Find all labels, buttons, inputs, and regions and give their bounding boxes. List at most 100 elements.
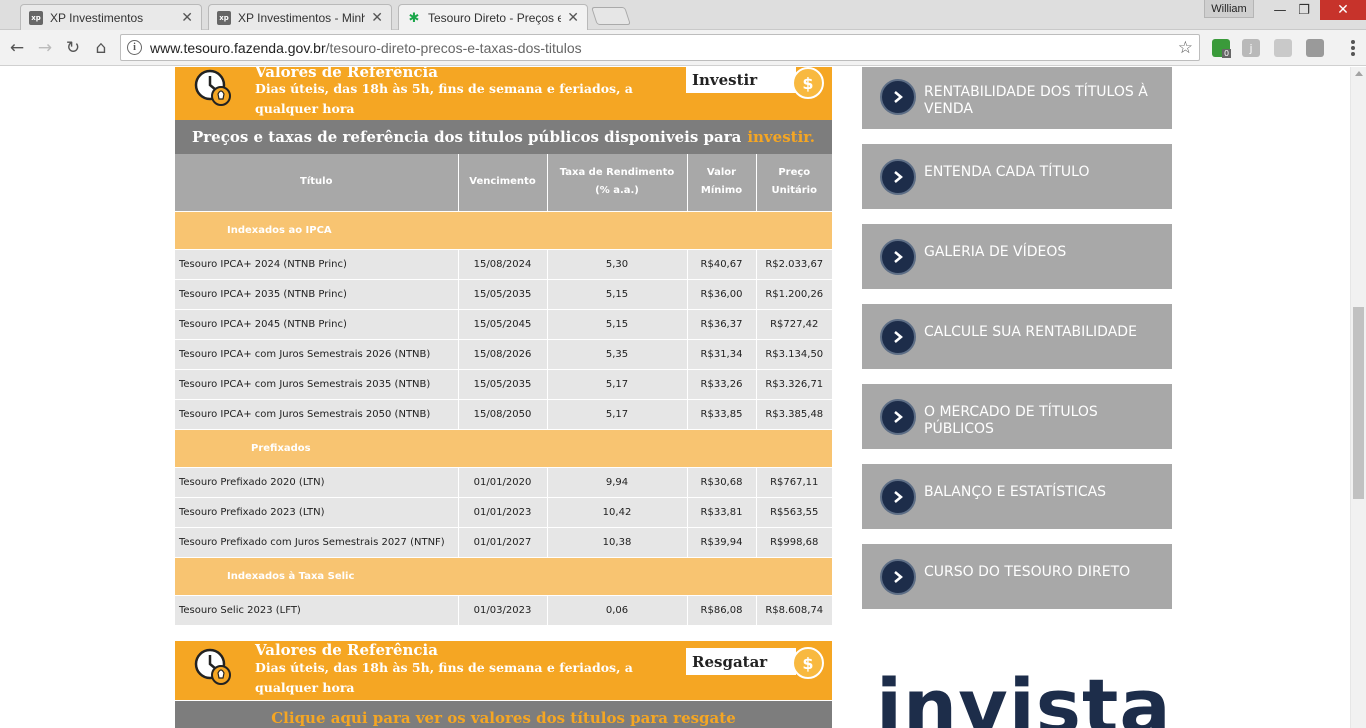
forward-arrow-icon[interactable]: → — [34, 37, 56, 59]
cell-unit-price: R$727,42 — [756, 309, 832, 340]
bookmark-star-icon[interactable]: ☆ — [1178, 38, 1193, 58]
redeem-prices-banner[interactable]: Clique aqui para ver os valores dos títu… — [175, 701, 832, 728]
cell-min-value: R$33,26 — [687, 369, 757, 400]
cell-rate: 10,42 — [547, 497, 688, 528]
reload-icon[interactable]: ↻ — [62, 37, 84, 59]
tab-close-icon[interactable]: ✕ — [181, 10, 193, 26]
redeem-button[interactable]: Resgatar — [686, 648, 796, 675]
sidebar-item[interactable]: BALANÇO E ESTATÍSTICAS — [862, 464, 1172, 529]
cell-rate: 0,06 — [547, 595, 688, 626]
page-scrollbar[interactable] — [1350, 67, 1366, 728]
cell-title: Tesouro Prefixado com Juros Semestrais 2… — [175, 527, 459, 558]
sidebar-item[interactable]: RENTABILIDADE DOS TÍTULOS À VENDA — [862, 67, 1172, 129]
cell-maturity: 01/01/2023 — [458, 497, 548, 528]
page-viewport: Valores de Referência Dias úteis, das 18… — [0, 67, 1350, 728]
sidebar-item[interactable]: GALERIA DE VÍDEOS — [862, 224, 1172, 289]
tab-xp-minha-conta[interactable]: xp XP Investimentos - Minha ✕ — [208, 4, 392, 30]
tab-close-icon[interactable]: ✕ — [371, 10, 383, 26]
sidebar-item-label: CURSO DO TESOURO DIRETO — [924, 564, 1131, 580]
chevron-right-icon — [880, 79, 916, 115]
cell-title: Tesouro IPCA+ com Juros Semestrais 2035 … — [175, 369, 459, 400]
cell-maturity: 01/01/2020 — [458, 467, 548, 498]
chevron-right-icon — [880, 559, 916, 595]
cell-min-value: R$86,08 — [687, 595, 757, 626]
table-row: Tesouro Selic 2023 (LFT) 01/03/2023 0,06 R$… — [175, 595, 832, 626]
new-tab-button[interactable] — [591, 7, 631, 25]
sidebar-item-label: ENTENDA CADA TÍTULO — [924, 164, 1090, 180]
cell-rate: 5,30 — [547, 249, 688, 280]
cell-title: Tesouro Prefixado 2020 (LTN) — [175, 467, 459, 498]
url-text: www.tesouro.fazenda.gov.br/tesouro-diret… — [150, 39, 582, 56]
extension-badge: 0 — [1222, 49, 1232, 58]
cell-rate: 5,15 — [547, 309, 688, 340]
invest-prices-banner[interactable]: Preços e taxas de referência dos titulos… — [175, 120, 832, 154]
cell-min-value: R$31,34 — [687, 339, 757, 370]
tab-title: XP Investimentos - Minha — [238, 10, 366, 25]
reference-header-invest: Valores de Referência Dias úteis, das 18… — [175, 67, 832, 121]
tab-title: XP Investimentos — [50, 10, 144, 25]
cell-rate: 5,15 — [547, 279, 688, 310]
extension-j-icon[interactable]: j — [1242, 39, 1260, 57]
header-unit-price: Preço Unitário — [756, 154, 832, 212]
group-row: Indexados à Taxa Selic — [175, 557, 832, 596]
address-bar[interactable]: i www.tesouro.fazenda.gov.br/tesouro-dir… — [120, 34, 1200, 61]
xp-favicon-icon: xp — [217, 10, 231, 25]
tab-tesouro-direto[interactable]: ✱ Tesouro Direto - Preços e ✕ — [398, 4, 588, 31]
cell-rate: 5,35 — [547, 339, 688, 370]
info-icon[interactable]: i — [127, 40, 142, 55]
sidebar-item[interactable]: CALCULE SUA RENTABILIDADE — [862, 304, 1172, 369]
header-rate: Taxa de Rendimento (% a.a.) — [547, 154, 688, 212]
cell-unit-price: R$563,55 — [756, 497, 832, 528]
cell-title: Tesouro IPCA+ 2045 (NTNB Princ) — [175, 309, 459, 340]
chevron-right-icon — [880, 479, 916, 515]
cell-maturity: 15/05/2035 — [458, 279, 548, 310]
chrome-menu-icon[interactable] — [1344, 39, 1362, 57]
svg-text:$: $ — [802, 74, 813, 93]
cell-unit-price: R$2.033,67 — [756, 249, 832, 280]
money-bag-icon: $ — [792, 647, 824, 679]
cell-rate: 5,17 — [547, 369, 688, 400]
table-row: Tesouro Prefixado com Juros Semestrais 2… — [175, 527, 832, 558]
tab-xp-investimentos[interactable]: xp XP Investimentos ✕ — [20, 4, 202, 30]
cell-maturity: 15/08/2026 — [458, 339, 548, 370]
xp-favicon-icon: xp — [29, 10, 43, 25]
cell-title: Tesouro Selic 2023 (LFT) — [175, 595, 459, 626]
profile-button[interactable]: William — [1204, 0, 1254, 18]
sidebar-item-label: BALANÇO E ESTATÍSTICAS — [924, 484, 1107, 500]
table-row: Tesouro IPCA+ com Juros Semestrais 2035 … — [175, 369, 832, 400]
sidebar-item-label: CALCULE SUA RENTABILIDADE — [924, 324, 1137, 340]
reference-subtitle: Dias úteis, das 18h às 5h, fins de seman… — [255, 660, 633, 695]
table-header-row: Título Vencimento Taxa de Rendimento (% a… — [175, 154, 832, 212]
home-icon[interactable]: ⌂ — [90, 37, 112, 59]
sidebar-item[interactable]: ENTENDA CADA TÍTULO — [862, 144, 1172, 209]
maximize-icon[interactable]: ❐ — [1290, 0, 1318, 20]
header-min-value: Valor Mínimo — [687, 154, 757, 212]
close-window-icon[interactable]: ✕ — [1320, 0, 1366, 20]
cell-rate: 9,94 — [547, 467, 688, 498]
cell-maturity: 15/05/2035 — [458, 369, 548, 400]
extension-gray-icon[interactable] — [1306, 39, 1324, 57]
clock-bulb-icon — [194, 69, 231, 106]
cell-min-value: R$33,81 — [687, 497, 757, 528]
back-arrow-icon[interactable]: ← — [6, 37, 28, 59]
sidebar-item[interactable]: CURSO DO TESOURO DIRETO — [862, 544, 1172, 609]
cell-unit-price: R$3.134,50 — [756, 339, 832, 370]
cell-unit-price: R$8.608,74 — [756, 595, 832, 626]
cell-unit-price: R$767,11 — [756, 467, 832, 498]
scroll-thumb[interactable] — [1353, 307, 1364, 499]
table-row: Tesouro Prefixado 2023 (LTN) 01/01/2023 10… — [175, 497, 832, 528]
table-row: Tesouro IPCA+ com Juros Semestrais 2026 … — [175, 339, 832, 370]
cell-maturity: 15/08/2024 — [458, 249, 548, 280]
cell-title: Tesouro IPCA+ 2035 (NTNB Princ) — [175, 279, 459, 310]
invest-button[interactable]: Investir — [686, 67, 796, 93]
drive-extension-icon[interactable] — [1274, 39, 1292, 57]
cell-unit-price: R$1.200,26 — [756, 279, 832, 310]
tab-close-icon[interactable]: ✕ — [567, 10, 579, 26]
cell-title: Tesouro IPCA+ com Juros Semestrais 2050 … — [175, 399, 459, 430]
extension-green-icon[interactable]: 0 — [1212, 39, 1232, 58]
reference-subtitle: Dias úteis, das 18h às 5h, fins de seman… — [255, 81, 633, 116]
scroll-up-arrow-icon[interactable] — [1355, 71, 1363, 76]
clock-bulb-icon — [194, 648, 231, 685]
sidebar-item[interactable]: O MERCADO DE TÍTULOS PÚBLICOS — [862, 384, 1172, 449]
invest-banner-link[interactable]: investir. — [747, 128, 815, 146]
